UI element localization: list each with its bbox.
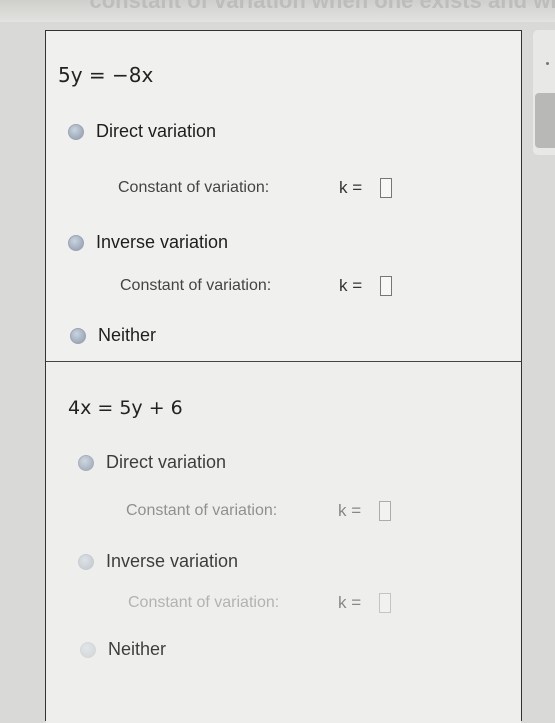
radio-button-icon[interactable]	[68, 234, 84, 251]
problem-1: 5y = −8x Direct variation Constant of va…	[46, 31, 521, 362]
problem-1-option-neither[interactable]: Neither	[70, 325, 156, 346]
radio-button-icon[interactable]	[78, 454, 94, 471]
constant-of-variation-label: Constant of variation:	[126, 502, 278, 519]
option-label: Inverse variation	[96, 232, 229, 252]
problem-2: 4x = 5y + 6 Direct variation Constant of…	[46, 363, 521, 723]
option-label: Inverse variation	[106, 551, 239, 571]
constant-of-variation-label: Constant of variation:	[120, 277, 272, 294]
option-label: Direct variation	[106, 452, 227, 472]
radio-button-icon[interactable]	[70, 327, 86, 344]
k-label: k =	[338, 593, 362, 612]
page-header-strip: constant of variation when one exists an…	[0, 0, 555, 22]
problem-2-equation: 4x = 5y + 6	[68, 397, 183, 419]
problem-2-inverse-k-input[interactable]	[379, 593, 391, 613]
side-dot	[546, 62, 549, 65]
option-label: Neither	[108, 639, 167, 659]
k-label: k =	[339, 276, 363, 295]
radio-button-icon[interactable]	[80, 641, 96, 658]
k-label: k =	[339, 178, 363, 197]
option-label: Direct variation	[96, 121, 217, 141]
constant-of-variation-label: Constant of variation:	[128, 594, 280, 611]
problem-1-direct-k-input[interactable]	[380, 178, 392, 198]
problem-1-option-direct[interactable]: Direct variation	[68, 121, 216, 142]
option-label: Neither	[98, 325, 157, 345]
constant-of-variation-label: Constant of variation:	[118, 179, 270, 196]
problem-1-equation: 5y = −8x	[58, 63, 154, 87]
problem-2-option-inverse[interactable]: Inverse variation	[78, 551, 238, 572]
question-panel: 5y = −8x Direct variation Constant of va…	[45, 30, 522, 723]
side-scroll-thumb[interactable]	[535, 93, 555, 148]
radio-button-icon[interactable]	[68, 123, 84, 140]
problem-2-direct-k-input[interactable]	[379, 501, 391, 521]
k-label: k =	[338, 501, 362, 520]
problem-1-option-inverse[interactable]: Inverse variation	[68, 232, 228, 253]
radio-button-icon[interactable]	[78, 553, 94, 570]
problem-2-option-neither[interactable]: Neither	[80, 639, 166, 660]
problem-1-inverse-k-input[interactable]	[380, 276, 392, 296]
page-instructions: constant of variation when one exists an…	[89, 0, 555, 13]
problem-2-option-direct[interactable]: Direct variation	[78, 452, 226, 473]
